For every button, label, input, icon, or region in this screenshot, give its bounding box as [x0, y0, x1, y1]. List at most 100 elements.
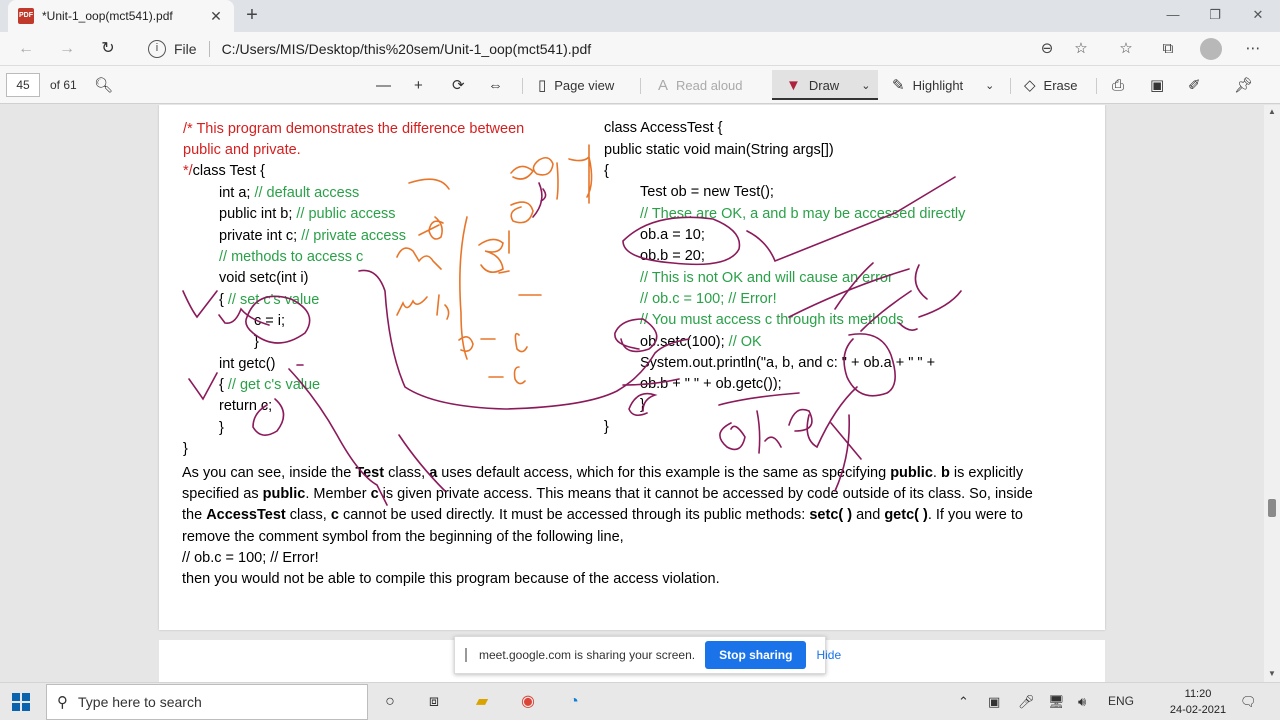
scroll-up-icon[interactable]: ▲ [1267, 107, 1277, 116]
toolbar-divider [1096, 78, 1097, 94]
code-comment: // get c's value [227, 377, 321, 393]
collections-icon[interactable]: ⧉ [1158, 39, 1178, 59]
back-icon[interactable]: ← [14, 37, 38, 61]
code-comment: // These are OK, a and b may be accessed… [640, 206, 966, 222]
more-icon[interactable]: ⋯ [1243, 39, 1263, 59]
code-line: Test ob = new Test(); [640, 184, 774, 200]
document-viewport[interactable]: /* This program demonstrates the differe… [0, 105, 1264, 682]
code-line: c = i; [254, 313, 286, 329]
explanation-paragraph: As you can see, inside the Test class, a… [182, 465, 1033, 545]
url-box[interactable]: i File C:/Users/MIS/Desktop/this%20sem/U… [140, 35, 1100, 63]
favorites-icon[interactable]: ☆ [1116, 39, 1136, 59]
code-text: ob.setc(100); [640, 334, 729, 350]
network-icon[interactable]: 🖥︎ [1048, 694, 1065, 710]
read-aloud-button[interactable]: A Read aloud [658, 74, 743, 96]
document-scrollbar[interactable]: ▲ ▼ [1264, 105, 1280, 682]
code-line: ob.setc(100); // OK [640, 334, 762, 350]
chrome-icon[interactable]: ◉ [516, 690, 540, 714]
meet-tray-icon[interactable]: ▣ [988, 694, 1000, 710]
edge-icon[interactable]: ◔ [562, 690, 586, 714]
pdf-page: /* This program demonstrates the differe… [159, 105, 1105, 630]
close-window-icon[interactable]: ✕ [1243, 4, 1273, 26]
page-number-input[interactable]: 45 [6, 73, 40, 97]
read-aloud-label: Read aloud [676, 77, 743, 93]
microphone-icon[interactable]: 🎤︎ [1018, 694, 1035, 710]
fit-page-icon[interactable]: ⇔ [488, 74, 511, 96]
cortana-icon[interactable]: ○ [378, 690, 402, 714]
system-clock[interactable]: 11:20 24-02-2021 [1168, 686, 1228, 718]
toolbar-divider [522, 78, 523, 94]
windows-start-icon[interactable] [12, 693, 30, 711]
code-line: public int b; // public access [219, 206, 396, 222]
code-comment: // ob.c = 100; // Error! [640, 291, 777, 307]
code-text: public int b; [219, 206, 297, 222]
file-label: File [174, 41, 197, 57]
find-icon[interactable]: 🔍︎ [94, 74, 121, 96]
eraser-icon: ◇ [1024, 77, 1036, 94]
new-tab-icon[interactable]: + [240, 4, 264, 28]
code-text: { [219, 292, 228, 308]
highlight-icon: ✎ [892, 77, 905, 94]
close-tab-icon[interactable]: ✕ [208, 8, 224, 25]
clock-date: 24-02-2021 [1169, 704, 1227, 716]
zoom-icon[interactable]: ⊖ [1037, 39, 1057, 59]
language-indicator[interactable]: ENG [1108, 694, 1134, 708]
chevron-down-icon[interactable]: ⌄ [861, 79, 870, 92]
pdf-icon: PDF [18, 8, 34, 24]
drag-handle-icon[interactable] [465, 648, 467, 662]
stop-sharing-button[interactable]: Stop sharing [705, 641, 807, 669]
share-message: meet.google.com is sharing your screen. [479, 648, 696, 662]
paragraph-closing-line: then you would not be able to compile th… [182, 571, 720, 587]
scroll-down-icon[interactable]: ▼ [1267, 669, 1277, 678]
tab-strip: PDF *Unit-1_oop(mct541).pdf ✕ + — ❐ ✕ [0, 0, 1280, 32]
code-text: class Test { [192, 163, 265, 179]
code-line: ob.b + " " + ob.getc()); [640, 376, 782, 392]
page-view-icon: ▯ [538, 77, 547, 94]
draw-button[interactable]: ▼ Draw ⌄ [786, 74, 870, 96]
browser-tab[interactable]: PDF *Unit-1_oop(mct541).pdf ✕ [8, 0, 234, 32]
tab-title: *Unit-1_oop(mct541).pdf [42, 9, 173, 23]
code-text: int a; [219, 185, 255, 201]
save-as-icon[interactable]: ✐ [1188, 74, 1209, 96]
show-hidden-icons-icon[interactable]: ⌃ [958, 694, 969, 710]
task-view-icon[interactable]: ⧈ [422, 690, 446, 714]
forward-icon[interactable]: → [55, 37, 79, 61]
code-line: { // set c's value [219, 292, 319, 308]
refresh-icon[interactable]: ↻ [96, 37, 120, 61]
page-view-button[interactable]: ▯ Page view [538, 74, 614, 96]
pin-toolbar-icon[interactable]: 📌︎ [1234, 74, 1261, 96]
info-icon[interactable]: i [148, 40, 166, 58]
hide-banner-link[interactable]: Hide [816, 648, 841, 662]
code-comment: // This is not OK and will cause an erro… [640, 270, 893, 286]
code-line: } [183, 441, 188, 457]
notifications-icon[interactable]: 🗨︎ [1240, 694, 1257, 710]
code-line: return c; [219, 398, 273, 414]
code-line: System.out.println("a, b, and c: " + ob.… [640, 355, 936, 371]
minimize-icon[interactable]: — [1158, 4, 1188, 26]
code-line: void setc(int i) [219, 270, 309, 286]
page-view-label: Page view [554, 77, 615, 93]
code-line: int a; // default access [219, 185, 359, 201]
add-favorite-icon[interactable]: ☆ [1071, 39, 1091, 59]
code-line: { [604, 163, 609, 179]
erase-button[interactable]: ◇ Erase [1024, 74, 1078, 96]
zoom-out-icon[interactable]: — [376, 74, 399, 96]
file-explorer-icon[interactable]: ▰ [470, 690, 494, 714]
zoom-in-icon[interactable]: + [414, 74, 431, 96]
url-separator [208, 41, 210, 57]
restore-icon[interactable]: ❐ [1200, 4, 1230, 26]
chevron-down-icon[interactable]: ⌄ [985, 79, 994, 92]
highlight-button[interactable]: ✎ Highlight ⌄ [892, 74, 994, 96]
code-line: class AccessTest { [604, 120, 723, 136]
save-icon[interactable]: ▣ [1150, 74, 1172, 96]
code-line: { // get c's value [219, 377, 320, 393]
scroll-thumb[interactable] [1268, 499, 1276, 517]
profile-avatar[interactable] [1200, 38, 1222, 60]
print-icon[interactable]: ⎙ [1112, 74, 1132, 96]
erase-label: Erase [1043, 77, 1078, 93]
url-text[interactable]: C:/Users/MIS/Desktop/this%20sem/Unit-1_o… [222, 41, 1100, 57]
orange-ink [396, 144, 593, 385]
volume-icon[interactable]: 🔊︎ [1078, 694, 1086, 710]
taskbar-search[interactable]: ⚲ Type here to search [46, 684, 368, 720]
rotate-icon[interactable]: ⟳ [452, 74, 473, 96]
